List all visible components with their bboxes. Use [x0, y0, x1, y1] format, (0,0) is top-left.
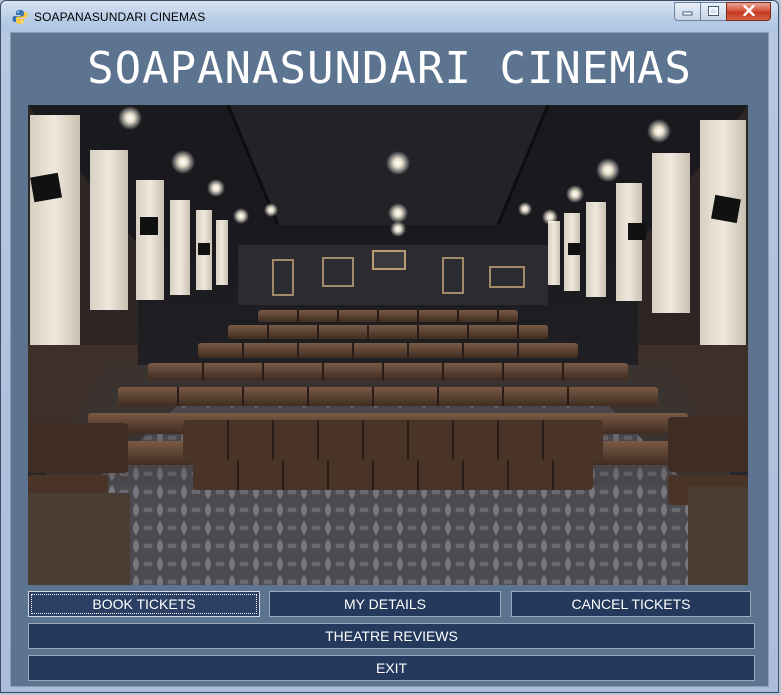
- cinema-auditorium-image: [28, 105, 748, 585]
- main-panel: SOAPANASUNDARI CINEMAS BOOK TICKETS MY D…: [10, 32, 769, 687]
- book-tickets-button[interactable]: BOOK TICKETS: [28, 591, 260, 617]
- page-title: SOAPANASUNDARI CINEMAS: [87, 43, 692, 94]
- app-window: SOAPANASUNDARI CINEMAS SOAPANASUNDARI CI…: [0, 0, 779, 693]
- minimize-icon: [682, 3, 693, 21]
- theatre-reviews-button[interactable]: THEATRE REVIEWS: [28, 623, 755, 649]
- minimize-button[interactable]: [674, 2, 701, 21]
- maximize-button[interactable]: [700, 2, 727, 21]
- close-button[interactable]: [726, 2, 771, 21]
- cancel-tickets-button[interactable]: CANCEL TICKETS: [511, 591, 751, 617]
- title-bar[interactable]: SOAPANASUNDARI CINEMAS: [1, 1, 778, 31]
- exit-button[interactable]: EXIT: [28, 655, 755, 681]
- my-details-button[interactable]: MY DETAILS: [269, 591, 501, 617]
- window-title: SOAPANASUNDARI CINEMAS: [34, 10, 206, 24]
- maximize-icon: [708, 3, 719, 21]
- close-icon: [742, 3, 755, 21]
- python-icon: [12, 9, 28, 25]
